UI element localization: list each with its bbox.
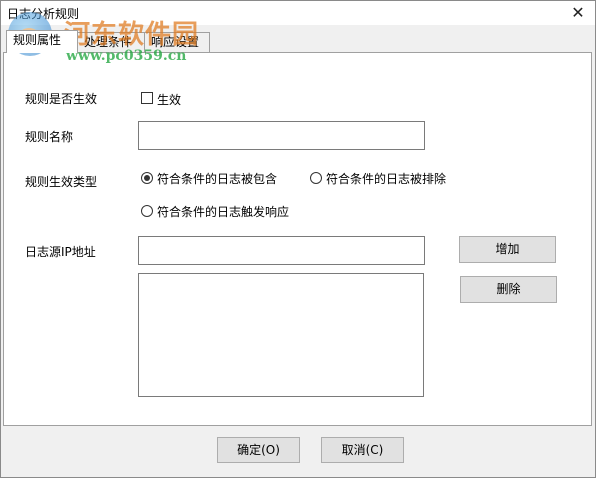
cancel-button[interactable]: 取消(C) (321, 437, 404, 463)
cancel-button-label: 取消(C) (341, 443, 384, 457)
source-ip-input[interactable] (138, 236, 425, 265)
delete-button[interactable]: 删除 (460, 276, 557, 303)
radio-exclude-label[interactable]: 符合条件的日志被排除 (326, 170, 446, 187)
close-icon[interactable]: ✕ (569, 4, 587, 22)
tab-processing-conditions[interactable]: 处理条件 (77, 32, 145, 52)
add-button[interactable]: 增加 (459, 236, 556, 263)
add-button-label: 增加 (495, 242, 520, 256)
tab-rule-properties[interactable]: 规则属性 (6, 30, 78, 53)
enabled-checkbox-label[interactable]: 生效 (157, 91, 181, 108)
title-bar: 日志分析规则 ✕ (1, 1, 595, 25)
radio-trigger-response-label[interactable]: 符合条件的日志触发响应 (157, 203, 289, 220)
enabled-checkbox[interactable] (141, 92, 153, 104)
window-title: 日志分析规则 (7, 7, 80, 21)
delete-button-label: 删除 (496, 282, 521, 296)
tab-label: 响应设置 (151, 35, 200, 49)
radio-include[interactable] (141, 172, 153, 184)
tab-label: 规则属性 (13, 33, 62, 47)
radio-exclude[interactable] (310, 172, 322, 184)
tab-label: 处理条件 (84, 35, 133, 49)
rule-name-label: 规则名称 (25, 130, 74, 144)
radio-include-label[interactable]: 符合条件的日志被包含 (157, 170, 277, 187)
source-ip-label: 日志源IP地址 (25, 245, 96, 259)
radio-trigger-response[interactable] (141, 205, 153, 217)
rule-type-label: 规则生效类型 (25, 175, 98, 189)
tab-response-settings[interactable]: 响应设置 (144, 32, 210, 52)
rule-name-input[interactable] (138, 121, 425, 150)
ok-button-label: 确定(O) (237, 443, 280, 457)
source-ip-list[interactable] (138, 273, 424, 397)
enabled-label: 规则是否生效 (25, 92, 98, 106)
ok-button[interactable]: 确定(O) (217, 437, 300, 463)
